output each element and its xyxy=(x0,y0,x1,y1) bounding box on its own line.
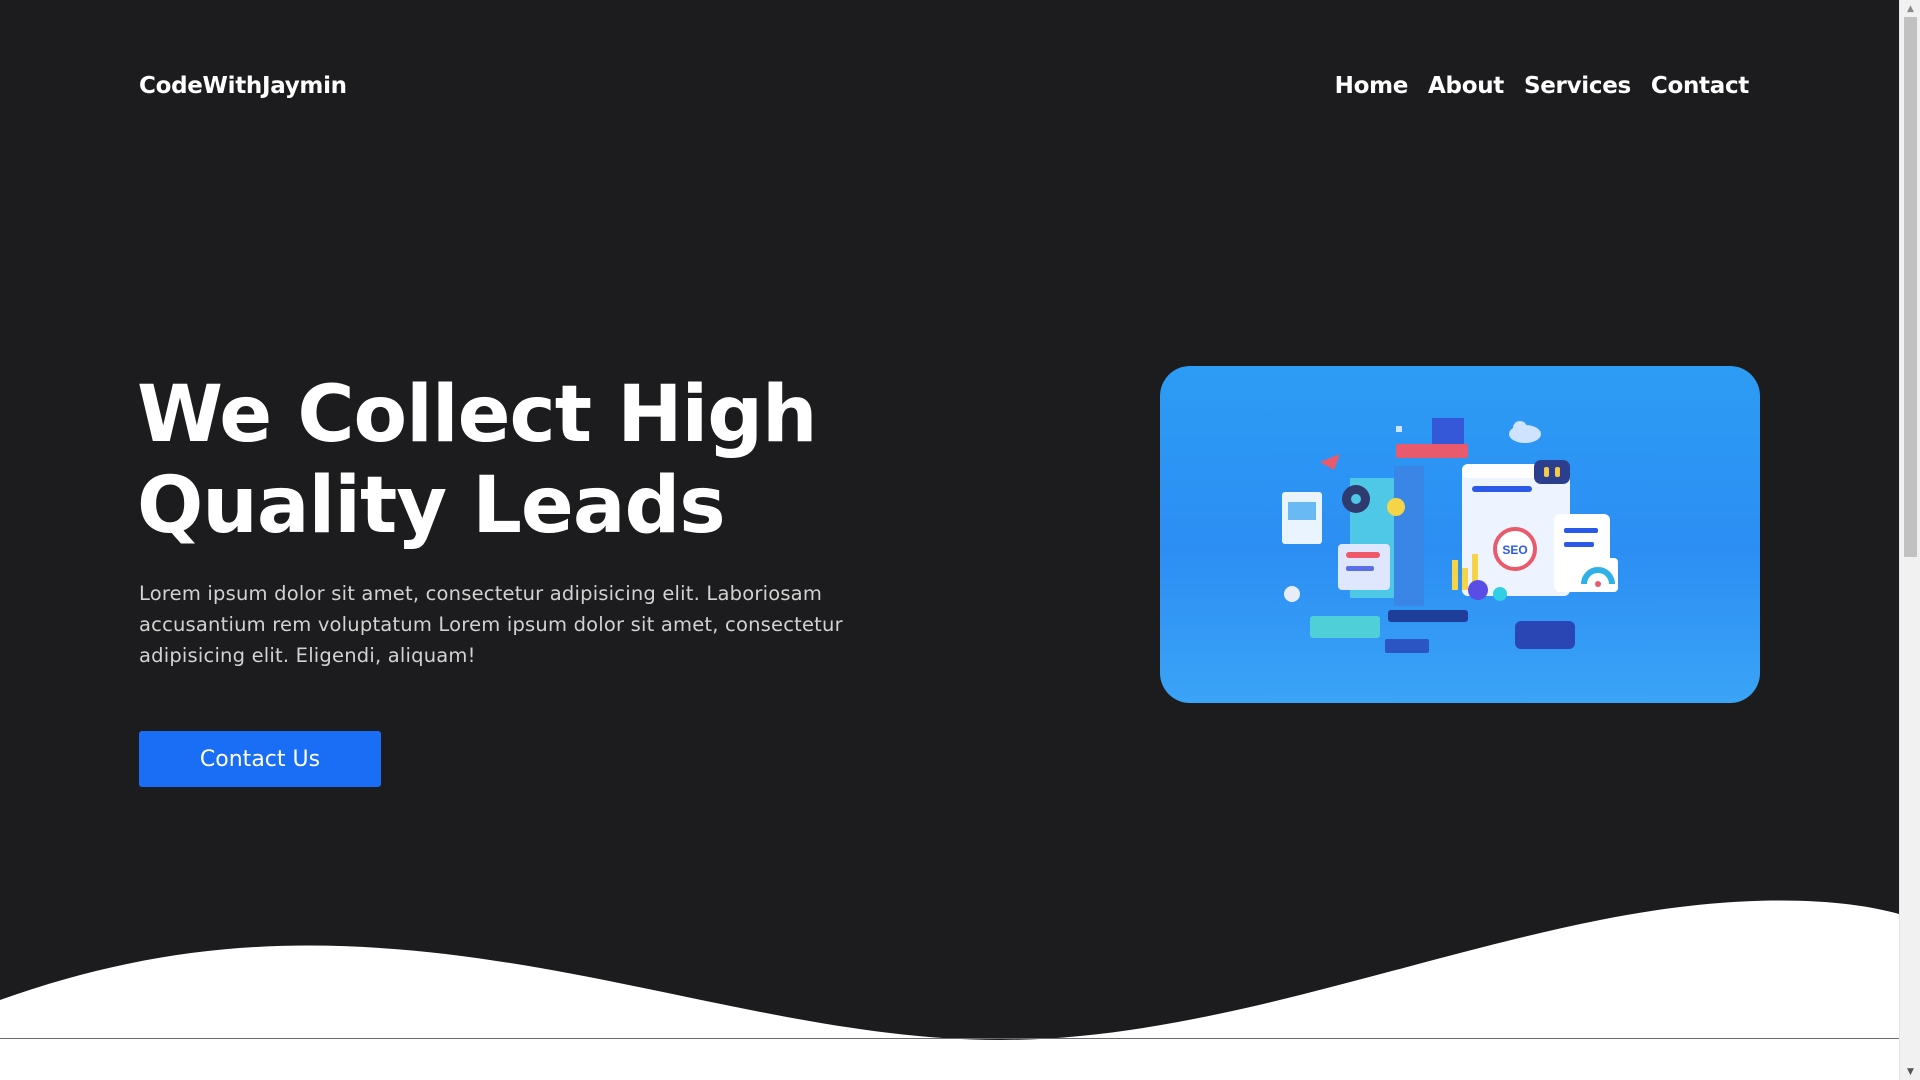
hero-headline: We Collect High Quality Leads xyxy=(137,370,897,552)
illustration-sphere xyxy=(1468,580,1488,600)
illustration-card-line xyxy=(1346,566,1374,571)
illustration-robot-eye xyxy=(1544,467,1549,477)
illustration-screen-image xyxy=(1288,502,1316,520)
nav-link-home[interactable]: Home xyxy=(1335,73,1409,99)
section-divider xyxy=(0,1038,1899,1039)
hero-description: Lorem ipsum dolor sit amet, consectetur … xyxy=(139,582,843,667)
brand-logo[interactable]: CodeWithJaymin xyxy=(139,73,347,99)
illustration-sphere xyxy=(1493,587,1507,601)
illustration-arrow xyxy=(1320,454,1340,470)
illustration-keyboard xyxy=(1388,610,1468,622)
illustration-robot xyxy=(1534,460,1570,484)
illustration-cube xyxy=(1432,418,1464,444)
illustration-gauge-needle xyxy=(1595,581,1601,587)
page: CodeWithJaymin Home About Services Conta… xyxy=(0,0,1899,1080)
main-nav: Home About Services Contact xyxy=(1335,73,1750,99)
illustration-gear-hub xyxy=(1351,494,1361,504)
illustration-chart-bar xyxy=(1452,560,1458,590)
illustration-sphere xyxy=(1284,586,1300,602)
illustration-bar xyxy=(1396,444,1468,458)
illustration-cloud xyxy=(1513,421,1527,435)
scroll-down-icon[interactable]: ▼ xyxy=(1900,1063,1920,1080)
illustration-tower xyxy=(1394,466,1424,606)
illustration-checklist-line xyxy=(1564,528,1598,533)
nav-link-services[interactable]: Services xyxy=(1524,73,1631,99)
illustration-seo-label: SEO xyxy=(1502,543,1527,557)
scrollbar-thumb[interactable] xyxy=(1904,17,1917,557)
illustration-platform xyxy=(1310,616,1380,638)
illustration-dot xyxy=(1396,426,1402,432)
hero-bottom-wave xyxy=(0,900,1899,1040)
scroll-up-icon[interactable]: ▲ xyxy=(1900,0,1920,17)
hero-illustration: SEO xyxy=(1160,366,1760,703)
illustration-checklist-line xyxy=(1564,542,1594,547)
hero-headline-line2: Quality Leads xyxy=(137,461,726,551)
illustration-browser-line xyxy=(1472,486,1532,492)
illustration-robot-eye xyxy=(1555,467,1560,477)
illustration-block xyxy=(1515,621,1575,649)
illustration-block xyxy=(1385,639,1429,653)
illustration-card-line xyxy=(1346,552,1380,558)
vertical-scrollbar[interactable]: ▲ ▼ xyxy=(1899,0,1920,1080)
seo-illustration-graphic: SEO xyxy=(1282,418,1618,653)
nav-link-about[interactable]: About xyxy=(1428,73,1504,99)
hero-headline-line1: We Collect High xyxy=(137,370,818,460)
wave-shape xyxy=(0,900,1899,1040)
illustration-chart-bar xyxy=(1462,568,1468,590)
illustration-smiley xyxy=(1387,498,1405,516)
contact-us-button[interactable]: Contact Us xyxy=(139,731,381,787)
nav-link-contact[interactable]: Contact xyxy=(1651,73,1749,99)
